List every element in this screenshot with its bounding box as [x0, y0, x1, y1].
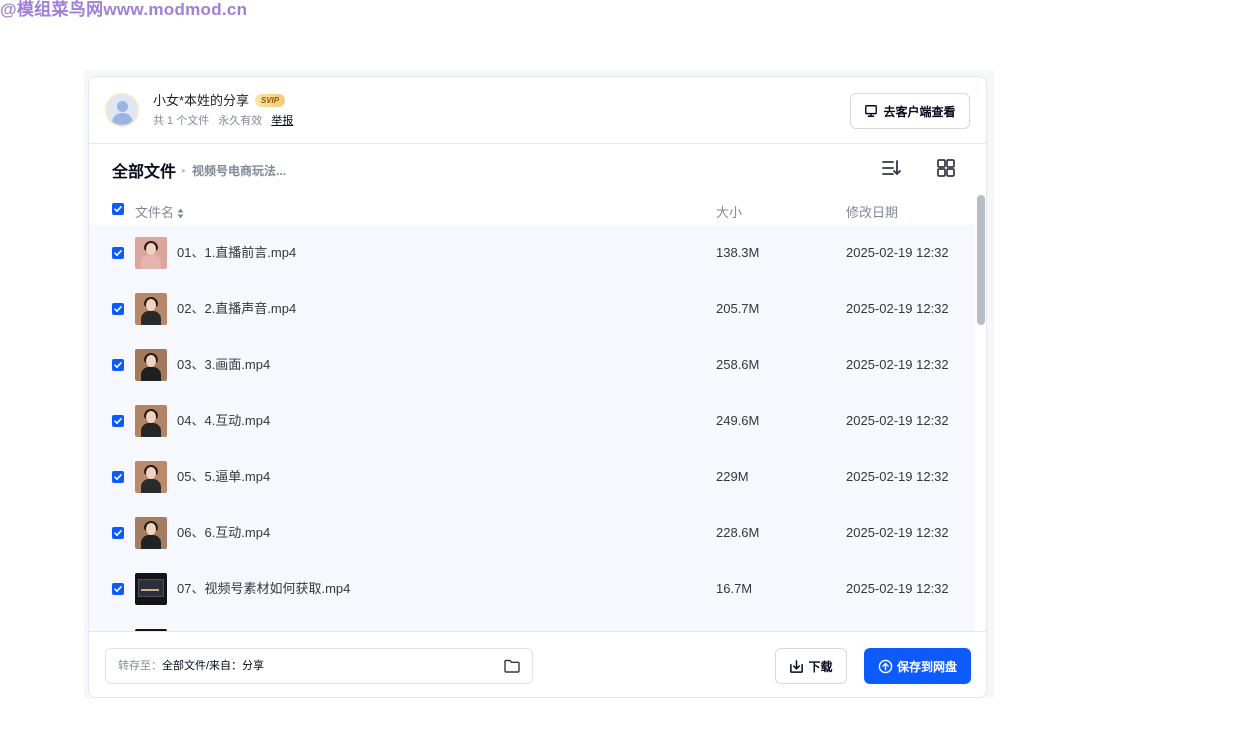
check-icon [114, 206, 122, 212]
save-to-drive-button[interactable]: 保存到网盘 [864, 648, 971, 684]
download-button[interactable]: 下载 [775, 648, 847, 684]
file-name[interactable]: 01、1.直播前言.mp4 [177, 245, 296, 261]
row-checkbox[interactable] [112, 303, 124, 315]
file-date: 2025-02-19 12:32 [846, 413, 949, 428]
video-thumbnail [135, 573, 167, 605]
file-size: 205.7M [716, 301, 760, 316]
video-thumbnail [135, 293, 167, 325]
report-link[interactable]: 举报 [271, 115, 293, 127]
share-footer: 转存至：全部文件/来自：分享 下载 保存到网盘 [89, 631, 986, 697]
row-checkbox[interactable] [112, 359, 124, 371]
file-name[interactable]: 07、视频号素材如何获取.mp4 [177, 581, 350, 597]
download-label: 下载 [808, 659, 833, 674]
file-name[interactable]: 04、4.互动.mp4 [177, 413, 270, 429]
breadcrumb-current: 视频号电商玩法... [192, 163, 287, 178]
table-row[interactable]: 06、6.互动.mp4 228.6M 2025-02-19 12:32 [89, 505, 975, 561]
table-row-partial [89, 617, 975, 631]
file-list-header: 文件名 大小 修改日期 [89, 195, 975, 225]
avatar [105, 93, 139, 127]
watermark: @模组菜鸟网www.modmod.cn [0, 0, 248, 19]
file-name[interactable]: 03、3.画面.mp4 [177, 357, 270, 373]
table-row[interactable]: 02、2.直播声音.mp4 205.7M 2025-02-19 12:32 [89, 281, 975, 337]
sort-list-icon[interactable] [880, 157, 902, 179]
column-name[interactable]: 文件名 [135, 202, 184, 221]
file-list: 01、1.直播前言.mp4 138.3M 2025-02-19 12:32 02… [89, 225, 975, 631]
check-icon [114, 474, 122, 480]
avatar-head-icon [117, 101, 128, 112]
open-client-button[interactable]: 去客户端查看 [850, 93, 970, 129]
column-size: 大小 [716, 205, 743, 220]
open-client-label: 去客户端查看 [883, 104, 956, 119]
table-row[interactable]: 04、4.互动.mp4 249.6M 2025-02-19 12:32 [89, 393, 975, 449]
check-icon [114, 362, 122, 368]
row-checkbox[interactable] [112, 247, 124, 259]
sort-toggle-icon[interactable] [177, 208, 184, 219]
file-date: 2025-02-19 12:32 [846, 469, 949, 484]
folder-icon[interactable] [504, 659, 520, 673]
file-count: 共 1 个文件 [153, 115, 210, 127]
download-icon [790, 659, 804, 673]
dest-value: 全部文件/来自：分享 [162, 660, 265, 672]
dest-label: 转存至： [118, 660, 162, 672]
file-size: 229M [716, 469, 749, 484]
check-icon [114, 250, 122, 256]
row-checkbox[interactable] [112, 415, 124, 427]
file-date: 2025-02-19 12:32 [846, 357, 949, 372]
breadcrumb-root[interactable]: 全部文件 [112, 158, 176, 182]
table-row[interactable]: 05、5.逼单.mp4 229M 2025-02-19 12:32 [89, 449, 975, 505]
video-thumbnail [135, 405, 167, 437]
file-size: 228.6M [716, 525, 760, 540]
validity: 永久有效 [218, 115, 263, 127]
file-size: 258.6M [716, 357, 760, 372]
file-size: 249.6M [716, 413, 760, 428]
file-date: 2025-02-19 12:32 [846, 525, 949, 540]
video-thumbnail [135, 517, 167, 549]
scrollbar-thumb[interactable] [977, 195, 985, 325]
share-dialog: 小女*本姓的分享 SVIP 共 1 个文件 永久有效 举报 去客户端查看 全部文… [88, 76, 987, 698]
file-name[interactable]: 05、5.逼单.mp4 [177, 469, 270, 485]
breadcrumb: 全部文件 ▸ 视频号电商玩法... [112, 158, 286, 182]
check-icon [114, 418, 122, 424]
svip-badge: SVIP [255, 94, 285, 107]
save-destination-field[interactable]: 转存至：全部文件/来自：分享 [105, 648, 533, 684]
file-name[interactable]: 06、6.互动.mp4 [177, 525, 270, 541]
check-icon [114, 586, 122, 592]
save-to-drive-label: 保存到网盘 [896, 659, 957, 674]
check-icon [114, 530, 122, 536]
monitor-icon [865, 105, 878, 117]
select-all-checkbox[interactable] [112, 203, 124, 215]
column-date: 修改日期 [846, 205, 899, 220]
breadcrumb-separator-icon: ▸ [182, 165, 187, 175]
row-checkbox[interactable] [112, 471, 124, 483]
file-size: 16.7M [716, 581, 753, 596]
file-size: 138.3M [716, 245, 760, 260]
video-thumbnail [135, 237, 167, 269]
file-date: 2025-02-19 12:32 [846, 581, 949, 596]
check-icon [114, 306, 122, 312]
row-checkbox[interactable] [112, 583, 124, 595]
grid-view-icon[interactable] [935, 157, 957, 179]
share-title: 小女*本姓的分享 [153, 93, 250, 108]
table-row[interactable]: 01、1.直播前言.mp4 138.3M 2025-02-19 12:32 [89, 225, 975, 281]
cloud-upload-icon [878, 659, 893, 673]
table-row[interactable]: 03、3.画面.mp4 258.6M 2025-02-19 12:32 [89, 337, 975, 393]
column-name-label: 文件名 [135, 205, 175, 220]
row-checkbox[interactable] [112, 527, 124, 539]
avatar-body-icon [112, 113, 133, 125]
file-name[interactable]: 02、2.直播声音.mp4 [177, 301, 296, 317]
video-thumbnail [135, 349, 167, 381]
share-meta: 共 1 个文件 永久有效 举报 [153, 114, 299, 128]
file-date: 2025-02-19 12:32 [846, 301, 949, 316]
video-thumbnail [135, 461, 167, 493]
table-row[interactable]: 07、视频号素材如何获取.mp4 16.7M 2025-02-19 12:32 [89, 561, 975, 617]
file-date: 2025-02-19 12:32 [846, 245, 949, 260]
share-header: 小女*本姓的分享 SVIP 共 1 个文件 永久有效 举报 去客户端查看 [89, 77, 986, 144]
